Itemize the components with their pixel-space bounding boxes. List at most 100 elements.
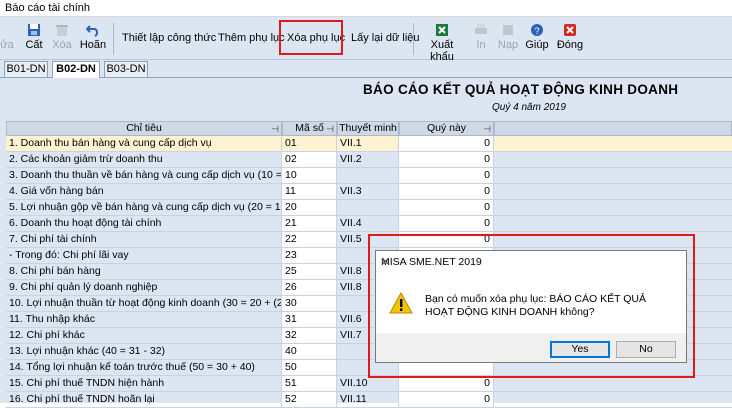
- toolbar-separator: [113, 23, 114, 55]
- print-button[interactable]: In: [472, 17, 490, 59]
- yes-button[interactable]: Yes: [550, 341, 610, 358]
- floppy-disk-icon: [28, 24, 40, 36]
- undo-icon: [86, 25, 99, 37]
- tab-b01-dn[interactable]: B01-DN: [4, 61, 48, 77]
- cell-code: 50: [282, 360, 337, 376]
- delete-icon: [56, 25, 68, 36]
- table-row[interactable]: 6. Doanh thu hoạt động tài chính 21 VII.4 0: [6, 216, 732, 232]
- cell-code: 01: [282, 136, 337, 152]
- table-row[interactable]: 5. Lợi nhuận gộp về bán hàng và cung cấp…: [6, 200, 732, 216]
- cell-name: 10. Lợi nhuận thuần từ hoạt động kinh do…: [6, 296, 282, 312]
- cell-code: 20: [282, 200, 337, 216]
- table-row[interactable]: 16. Chi phí thuế TNDN hoãn lại 52 VII.11 0: [6, 392, 732, 408]
- edit-button[interactable]: ửa: [0, 17, 14, 59]
- toolbar: ửa Cất Xóa Hoãn Thiết lập công thức Thêm…: [0, 17, 732, 63]
- cell-name: 6. Doanh thu hoạt động tài chính: [6, 216, 282, 232]
- save-button[interactable]: Cất: [22, 17, 46, 59]
- cell-empty: [494, 376, 732, 392]
- table-row[interactable]: 3. Doanh thu thuần về bán hàng và cung c…: [6, 168, 732, 184]
- cell-code: 32: [282, 328, 337, 344]
- title-bar: Báo cáo tài chính: [0, 0, 732, 17]
- svg-text:?: ?: [534, 26, 539, 36]
- dialog-title-bar: MISA SME.NET 2019 ✕: [376, 251, 686, 273]
- tab-b03-dn[interactable]: B03-DN: [104, 61, 148, 77]
- reload-data-button[interactable]: Lấy lại dữ liệu: [351, 32, 420, 44]
- cell-value[interactable]: 0: [399, 184, 494, 200]
- pin-icon[interactable]: ⊣: [271, 123, 279, 136]
- excel-icon: [436, 24, 448, 36]
- cell-name: - Trong đó: Chi phí lãi vay: [6, 248, 282, 264]
- cell-code: 40: [282, 344, 337, 360]
- tab-b02-dn[interactable]: B02-DN: [52, 61, 100, 78]
- cell-value[interactable]: 0: [399, 168, 494, 184]
- setup-formula-button[interactable]: Thiết lập công thức: [122, 32, 216, 44]
- cell-empty: [494, 152, 732, 168]
- warning-icon: [389, 292, 413, 314]
- cell-value[interactable]: 0: [399, 216, 494, 232]
- close-icon: [564, 24, 576, 36]
- printer-icon: [475, 24, 487, 34]
- help-icon: ?: [531, 24, 543, 36]
- cell-name: 15. Chi phí thuế TNDN hiện hành: [6, 376, 282, 392]
- cell-note: [337, 200, 399, 216]
- no-button[interactable]: No: [616, 341, 676, 358]
- column-header-code[interactable]: Mã số ⊣: [282, 121, 337, 136]
- add-appendix-button[interactable]: Thêm phụ lục: [218, 32, 285, 44]
- column-header-name[interactable]: Chỉ tiêu ⊣: [6, 121, 282, 136]
- cell-note: VII.4: [337, 216, 399, 232]
- cell-value[interactable]: 0: [399, 200, 494, 216]
- close-button[interactable]: Đóng: [556, 17, 584, 59]
- export-button[interactable]: Xuất khẩu: [419, 17, 465, 63]
- cell-note: VII.11: [337, 392, 399, 408]
- cell-name: 4. Giá vốn hàng bán: [6, 184, 282, 200]
- load-button[interactable]: Nạp: [496, 17, 520, 59]
- cell-note: [337, 168, 399, 184]
- pin-icon[interactable]: ⊣: [483, 123, 491, 136]
- cell-empty: [494, 184, 732, 200]
- cell-name: 12. Chi phí khác: [6, 328, 282, 344]
- cell-empty: [494, 136, 732, 152]
- confirm-dialog: MISA SME.NET 2019 ✕ Bạn có muốn xóa phụ …: [375, 250, 687, 363]
- cell-note: VII.3: [337, 184, 399, 200]
- cell-value[interactable]: 0: [399, 392, 494, 408]
- cell-name: 16. Chi phí thuế TNDN hoãn lại: [6, 392, 282, 408]
- edit-icon: [0, 23, 14, 37]
- pin-icon[interactable]: ⊣: [326, 123, 334, 136]
- cell-code: 10: [282, 168, 337, 184]
- column-header-value[interactable]: Quý này ⊣: [399, 121, 494, 136]
- table-row[interactable]: 2. Các khoản giảm trừ doanh thu 02 VII.2 0: [6, 152, 732, 168]
- cell-empty: [494, 168, 732, 184]
- cell-name: 7. Chi phí tài chính: [6, 232, 282, 248]
- report-period: Quý 4 năm 2019: [492, 102, 566, 113]
- cell-name: 11. Thu nhập khác: [6, 312, 282, 328]
- delete-button[interactable]: Xóa: [50, 17, 74, 59]
- help-button[interactable]: ? Giúp: [525, 17, 549, 59]
- dialog-body: Bạn có muốn xóa phụ lục: BÁO CÁO KẾT QUẢ…: [376, 273, 686, 323]
- table-row[interactable]: 1. Doanh thu bán hàng và cung cấp dịch v…: [6, 136, 732, 152]
- cell-name: 8. Chi phí bán hàng: [6, 264, 282, 280]
- cell-value[interactable]: 0: [399, 152, 494, 168]
- cell-code: 22: [282, 232, 337, 248]
- highlight-delete-appendix: [279, 20, 343, 55]
- cell-code: 23: [282, 248, 337, 264]
- report-title: BÁO CÁO KẾT QUẢ HOẠT ĐỘNG KINH DOANH: [363, 82, 679, 97]
- column-header-empty: [494, 121, 732, 136]
- cell-value[interactable]: 0: [399, 136, 494, 152]
- cell-value[interactable]: 0: [399, 376, 494, 392]
- cell-note: VII.1: [337, 136, 399, 152]
- cell-name: 3. Doanh thu thuần về bán hàng và cung c…: [6, 168, 282, 184]
- cell-code: 02: [282, 152, 337, 168]
- cell-name: 5. Lợi nhuận gộp về bán hàng và cung cấp…: [6, 200, 282, 216]
- toolbar-separator: [413, 23, 414, 55]
- column-header-note[interactable]: Thuyết minh: [337, 121, 399, 136]
- table-row[interactable]: 15. Chi phí thuế TNDN hiện hành 51 VII.10 0: [6, 376, 732, 392]
- cell-name: 13. Lợi nhuận khác (40 = 31 - 32): [6, 344, 282, 360]
- cell-name: 14. Tổng lợi nhuận kế toán trước thuế (5…: [6, 360, 282, 376]
- cell-code: 30: [282, 296, 337, 312]
- cell-code: 21: [282, 216, 337, 232]
- revert-button[interactable]: Hoãn: [79, 17, 107, 59]
- table-row[interactable]: 4. Giá vốn hàng bán 11 VII.3 0: [6, 184, 732, 200]
- cell-name: 1. Doanh thu bán hàng và cung cấp dịch v…: [6, 136, 282, 152]
- dialog-close-icon[interactable]: ✕: [381, 256, 678, 268]
- cell-name: 9. Chi phí quản lý doanh nghiệp: [6, 280, 282, 296]
